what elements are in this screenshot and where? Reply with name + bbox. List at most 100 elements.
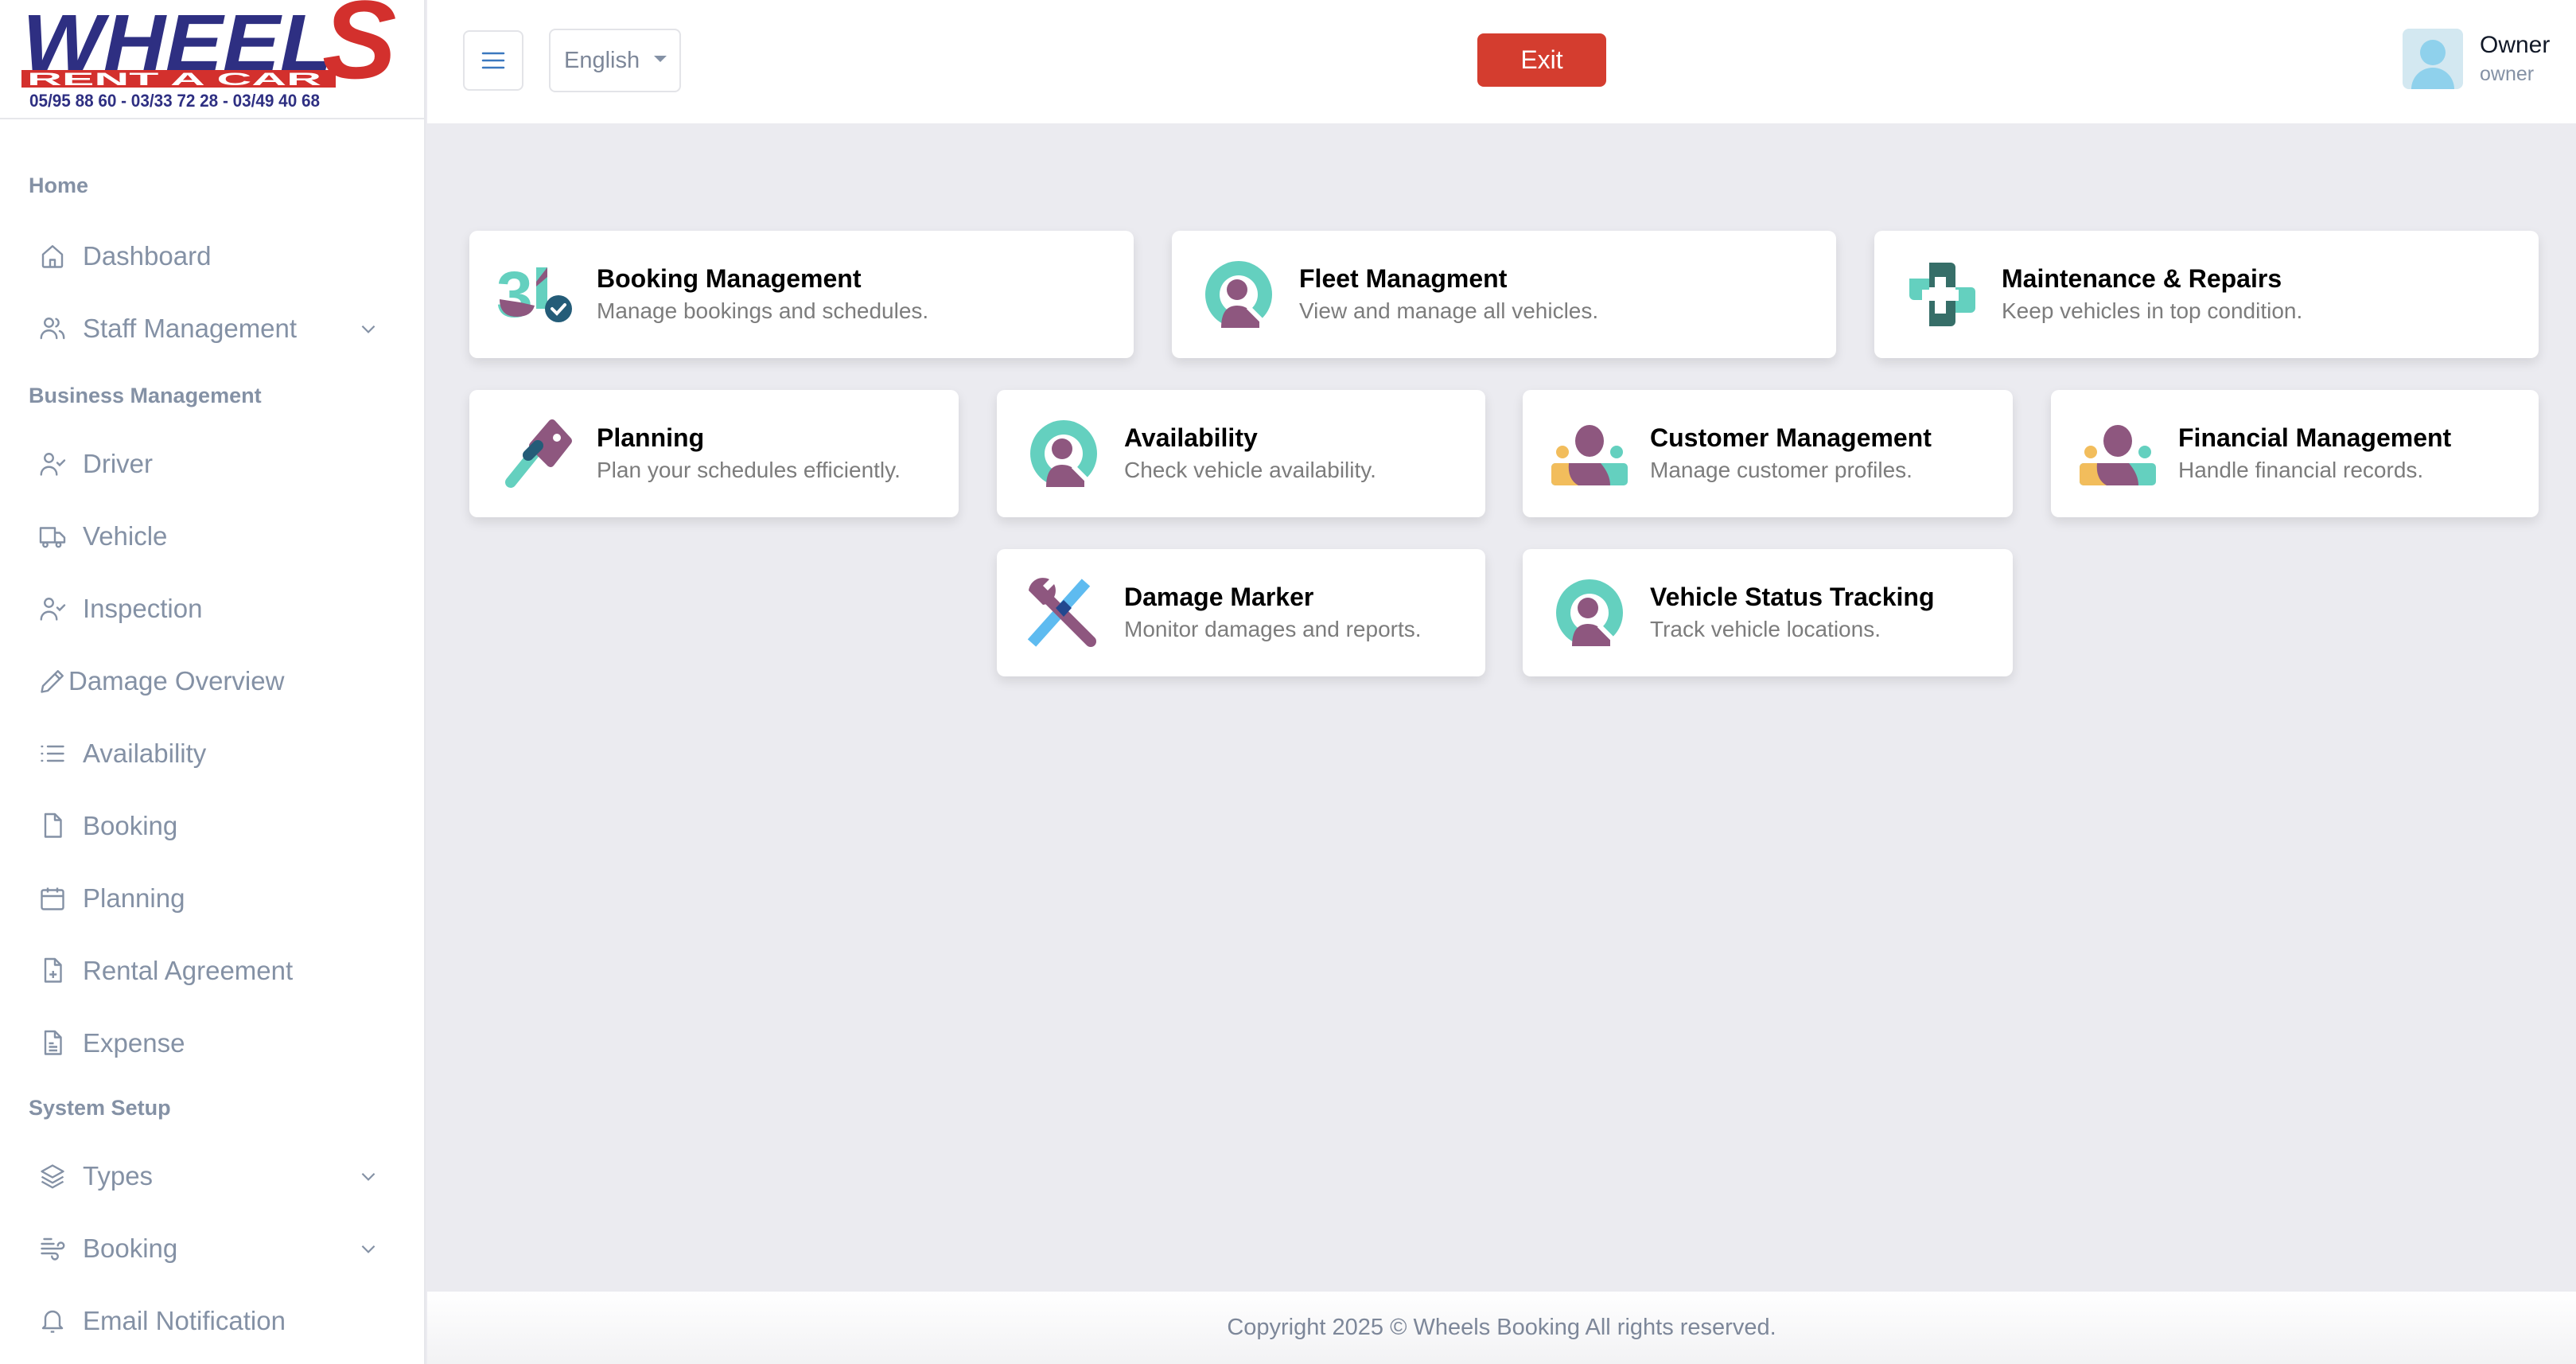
sidebar-item-dashboard[interactable]: Dashboard [37,228,387,284]
user-search-icon [1205,261,1272,328]
wind-icon [37,1233,68,1265]
list-icon [37,738,68,770]
brand-logo[interactable]: WHEEL S RENT A CAR 05/95 88 60 - 03/33 7… [0,0,426,119]
sidebar-item-label: Availability [83,739,207,768]
top-header: English Exit Owner owner [427,0,2576,123]
group-icon [2080,425,2156,485]
card-desc: Manage bookings and schedules. [597,298,929,323]
card-desc: Plan your schedules efficiently. [597,458,901,482]
sidebar-item-booking[interactable]: Booking [37,798,387,854]
calendar-check-icon: 3 [496,259,572,331]
language-select[interactable]: English [549,29,681,92]
home-icon [37,240,68,272]
card-desc: Monitor damages and reports. [1124,617,1422,641]
copyright-text: Copyright 2025 © Wheels Booking All righ… [1227,1315,1776,1340]
sidebar-item-damage-overview[interactable]: Damage Overview [37,653,387,709]
sidebar-item-label: Damage Overview [68,666,285,696]
logo-tagline: RENT A CAR [27,69,321,89]
sidebar-item-planning[interactable]: Planning [37,871,387,926]
sidebar-item-email-notification[interactable]: Email Notification [37,1293,387,1349]
key-icon [505,419,572,488]
chevron-down-icon[interactable] [358,1166,379,1187]
group-icon [1551,425,1628,485]
card-damage-marker[interactable]: Damage Marker Monitor damages and report… [997,549,1485,676]
svg-text:3: 3 [496,259,533,331]
section-system-setup: System Setup [29,1096,171,1120]
sidebar-item-staff-management[interactable]: Staff Management [37,301,387,357]
users-icon [37,313,68,345]
user-search-icon [1030,420,1097,487]
card-fleet-management[interactable]: Fleet Managment View and manage all vehi… [1172,231,1836,358]
card-title: Customer Management [1650,423,1932,452]
card-desc: Track vehicle locations. [1650,617,1881,641]
bell-icon [37,1305,68,1337]
sidebar-item-inspection[interactable]: Inspection [37,581,387,637]
medical-cross-icon [1909,263,1975,326]
pencil-icon [37,665,68,697]
card-planning[interactable]: Planning Plan your schedules efficiently… [469,390,959,517]
wheels-logo: WHEEL S RENT A CAR 05/95 88 60 - 03/33 7… [21,0,396,111]
section-home: Home [29,173,89,197]
sidebar-item-driver[interactable]: Driver [37,436,387,492]
card-financial-management[interactable]: Financial Management Handle financial re… [2051,390,2539,517]
sidebar-item-types[interactable]: Types [37,1148,387,1204]
sidebar-item-label: Dashboard [83,241,212,271]
sidebar-item-label: Expense [83,1028,185,1058]
card-title: Damage Marker [1124,583,1314,611]
sidebar: WHEEL S RENT A CAR 05/95 88 60 - 03/33 7… [0,0,426,1364]
footer: Copyright 2025 © Wheels Booking All righ… [427,1292,2576,1364]
card-title: Fleet Managment [1299,264,1508,293]
sidebar-item-label: Vehicle [83,521,168,551]
language-select-value: English [564,47,640,73]
menu-toggle-button[interactable] [463,30,523,91]
calendar-icon [37,883,68,914]
sidebar-item-booking-setup[interactable]: Booking [37,1221,387,1276]
user-check-icon [37,593,68,625]
sidebar-item-label: Email Notification [83,1306,286,1335]
sidebar-item-availability[interactable]: Availability [37,726,387,781]
user-search-icon [1556,579,1623,646]
sidebar-item-label: Booking [83,811,178,840]
sidebar-item-label: Driver [83,449,153,478]
file-text-icon [37,1027,68,1059]
card-title: Maintenance & Repairs [2002,264,2282,293]
avatar [2403,29,2463,89]
logo-phones: 05/95 88 60 - 03/33 72 28 - 03/49 40 68 [29,91,320,111]
user-name: Owner [2480,32,2551,58]
card-desc: View and manage all vehicles. [1299,298,1599,323]
card-availability[interactable]: Availability Check vehicle availability. [997,390,1485,517]
chevron-down-icon[interactable] [358,1238,379,1259]
card-desc: Check vehicle availability. [1124,458,1376,482]
sidebar-item-label: Staff Management [83,314,298,343]
card-title: Availability [1124,423,1258,452]
sidebar-item-vehicle[interactable]: Vehicle [37,509,387,564]
card-maintenance-repairs[interactable]: Maintenance & Repairs Keep vehicles in t… [1874,231,2539,358]
sidebar-item-label: Inspection [83,594,203,623]
exit-button[interactable]: Exit [1477,33,1606,87]
card-desc: Handle financial records. [2178,458,2424,482]
sidebar-item-rental-agreement[interactable]: Rental Agreement [37,943,387,999]
section-business-management: Business Management [29,384,262,407]
card-booking-management[interactable]: 3 Booking Management Manage bookings and… [469,231,1134,358]
card-desc: Keep vehicles in top condition. [2002,298,2303,323]
chevron-down-icon[interactable] [358,318,379,339]
card-customer-management[interactable]: Customer Management Manage customer prof… [1523,390,2013,517]
user-menu[interactable]: Owner owner [2403,29,2550,89]
hamburger-icon [481,52,505,69]
caret-down-icon [654,56,667,62]
file-icon [37,810,68,842]
card-title: Booking Management [597,264,862,293]
user-check-icon [37,448,68,480]
sidebar-item-label: Planning [83,883,185,913]
user-role: owner [2480,63,2535,85]
card-title: Vehicle Status Tracking [1650,583,1935,611]
card-title: Financial Management [2178,423,2452,452]
layers-icon [37,1160,68,1192]
card-title: Planning [597,423,705,452]
truck-icon [37,520,68,552]
sidebar-item-expense[interactable]: Expense [37,1015,387,1071]
sidebar-item-label: Booking [83,1233,178,1263]
file-plus-icon [37,955,68,987]
tools-icon [1027,578,1096,647]
card-vehicle-status-tracking[interactable]: Vehicle Status Tracking Track vehicle lo… [1523,549,2013,676]
